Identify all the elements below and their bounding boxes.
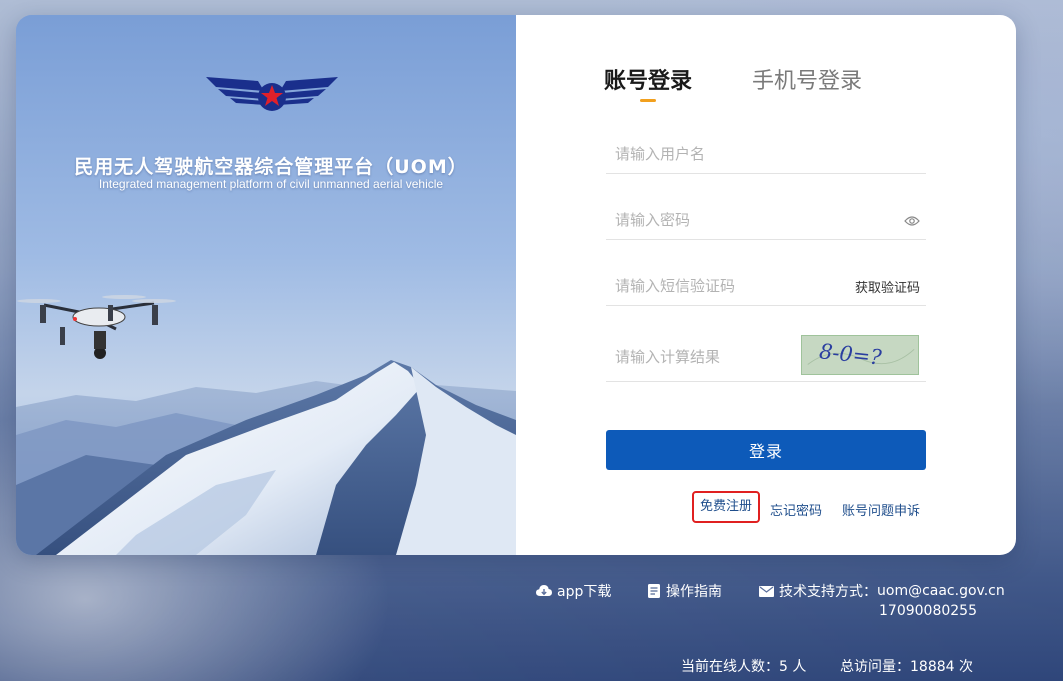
username-field-wrapper bbox=[606, 133, 926, 174]
tab-phone-login[interactable]: 手机号登录 bbox=[752, 63, 862, 95]
register-link[interactable]: 免费注册 bbox=[692, 491, 761, 523]
visits-label: 总访问量： bbox=[840, 659, 910, 675]
captcha-image[interactable]: 8-0=? bbox=[801, 335, 919, 375]
active-tab-indicator bbox=[640, 99, 656, 102]
platform-subtitle: Integrated management platform of civil … bbox=[98, 177, 444, 191]
username-input[interactable] bbox=[613, 140, 837, 168]
get-sms-code-button[interactable]: 获取验证码 bbox=[855, 277, 920, 296]
online-unit: 人 bbox=[792, 659, 807, 675]
operation-guide-link[interactable]: 操作指南 bbox=[647, 581, 722, 601]
hero-panel: 民用无人驾驶航空器综合管理平台（UOM） Integrated manageme… bbox=[16, 15, 516, 555]
calc-field-wrapper: 8-0=? bbox=[606, 331, 926, 382]
login-panel: 账号登录 手机号登录 获取验证码 8-0=? bbox=[516, 15, 1016, 555]
password-input[interactable] bbox=[613, 206, 837, 234]
sms-code-input[interactable] bbox=[613, 272, 837, 300]
document-icon bbox=[648, 584, 660, 598]
password-field-wrapper bbox=[606, 199, 926, 240]
online-count: 5 bbox=[779, 659, 788, 675]
forgot-password-link[interactable]: 忘记密码 bbox=[770, 500, 822, 519]
sms-field-wrapper: 获取验证码 bbox=[606, 265, 926, 306]
login-button[interactable]: 登录 bbox=[606, 430, 926, 470]
support-label: 技术支持方式： bbox=[779, 584, 877, 600]
cloud-download-icon bbox=[536, 585, 552, 596]
caac-wings-logo bbox=[206, 77, 338, 111]
visits-count: 18884 bbox=[910, 659, 955, 675]
support-email: uom@caac.gov.cn bbox=[877, 583, 1005, 599]
operation-guide-label: 操作指南 bbox=[666, 584, 722, 600]
tech-support-info: 技术支持方式： uom@caac.gov.cn bbox=[759, 581, 1005, 601]
mail-icon bbox=[759, 585, 774, 597]
app-download-label: app下载 bbox=[557, 584, 612, 600]
visits-count-stat: 总访问量：18884 次 bbox=[840, 656, 973, 676]
account-appeal-link[interactable]: 账号问题申诉 bbox=[842, 500, 920, 519]
tab-account-login[interactable]: 账号登录 bbox=[604, 63, 692, 95]
online-count-stat: 当前在线人数：5 人 bbox=[681, 656, 806, 676]
support-phone: 17090080255 bbox=[879, 603, 977, 619]
online-label: 当前在线人数： bbox=[681, 659, 779, 675]
visits-unit: 次 bbox=[959, 659, 973, 675]
app-download-link[interactable]: app下载 bbox=[536, 581, 611, 601]
login-card: 民用无人驾驶航空器综合管理平台（UOM） Integrated manageme… bbox=[16, 15, 1016, 555]
platform-title: 民用无人驾驶航空器综合管理平台（UOM） bbox=[74, 156, 468, 178]
eye-icon[interactable] bbox=[904, 212, 920, 231]
account-links: 免费注册 忘记密码 账号问题申诉 bbox=[692, 491, 930, 523]
